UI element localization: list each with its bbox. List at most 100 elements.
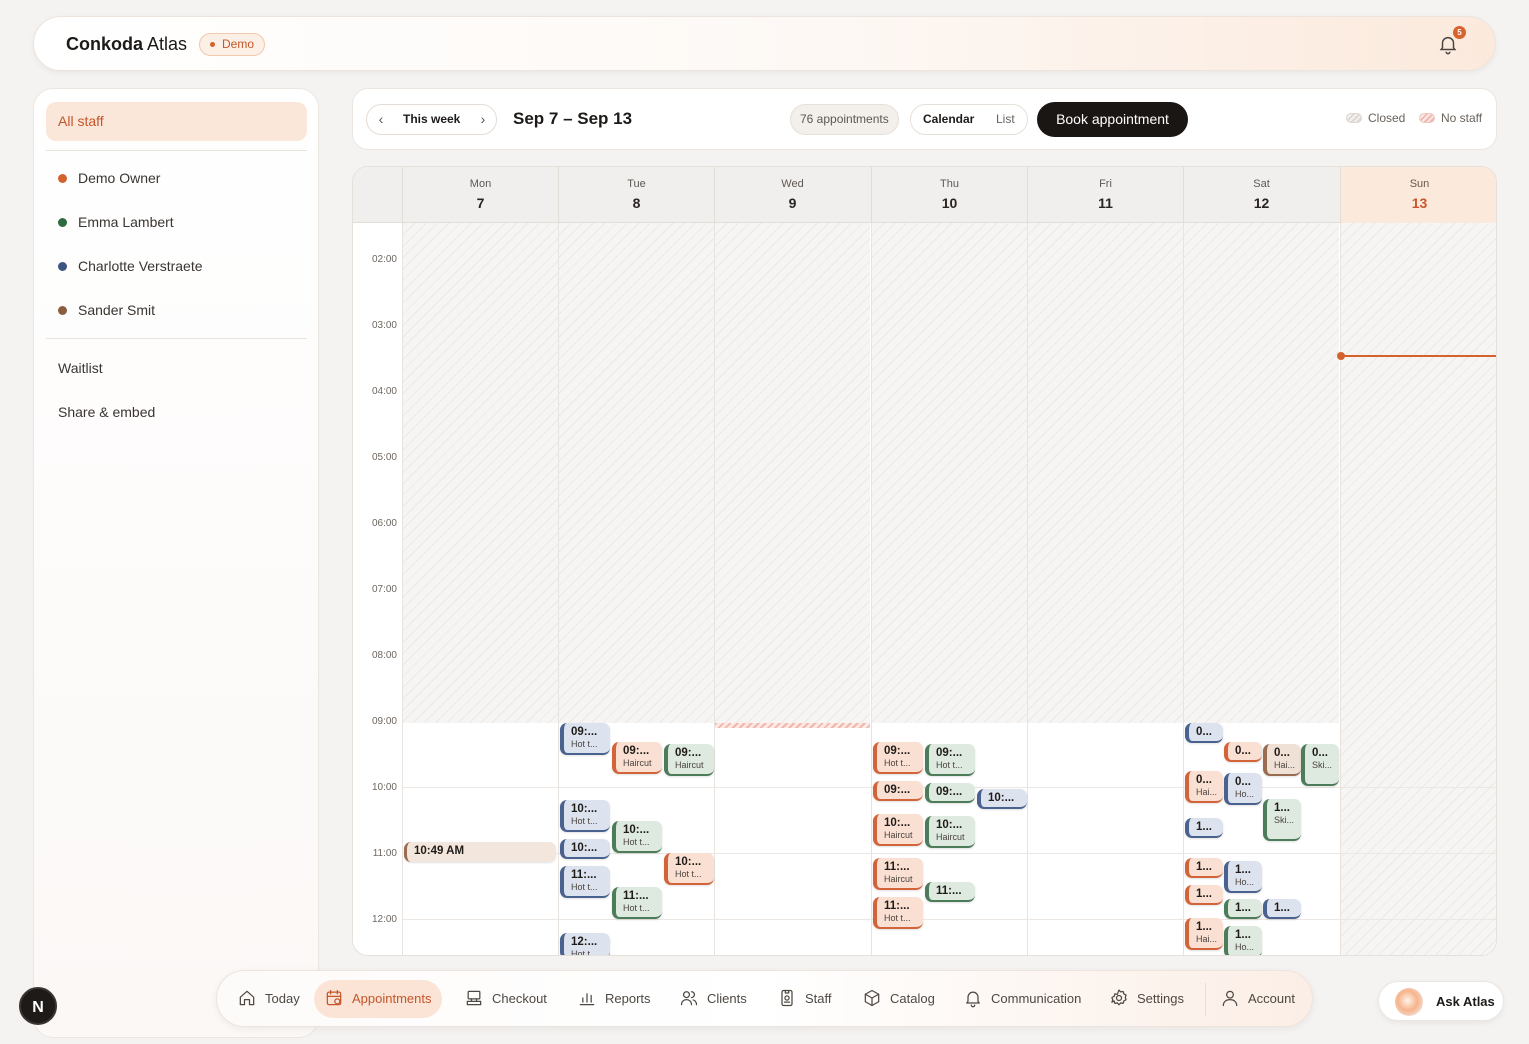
time-gutter: 02:00 03:00 04:00 05:00 06:00 07:00 08:00 09:00…: [353, 223, 402, 955]
day-column[interactable]: [1027, 223, 1183, 955]
appointment-service: Hai...: [1274, 760, 1296, 770]
day-number: 7: [476, 195, 485, 211]
day-number: 12: [1253, 195, 1270, 211]
appointment-block[interactable]: 10:... Hot t...: [612, 821, 662, 853]
appointment-block[interactable]: 1...: [1185, 858, 1223, 878]
current-time-dot: [1337, 352, 1345, 360]
hour-label: 06:00: [371, 518, 397, 529]
appointment-block[interactable]: 1... Ho...: [1224, 926, 1262, 955]
day-name: Mon: [469, 178, 492, 190]
appointment-block[interactable]: 09:...: [925, 783, 975, 803]
day-column[interactable]: [714, 223, 870, 955]
chevron-right-icon[interactable]: ›: [471, 105, 495, 134]
appointment-block[interactable]: 09:... Hot t...: [560, 723, 610, 755]
appointment-service: Ski...: [1312, 760, 1333, 770]
appointment-block[interactable]: 1...: [1263, 899, 1301, 919]
appointment-block[interactable]: 12:... Hot t...: [560, 933, 610, 955]
appointment-block[interactable]: 1...: [1224, 899, 1262, 919]
staff-name: Sander Smit: [78, 302, 156, 318]
appointment-time: 1...: [1235, 864, 1251, 876]
appointment-block[interactable]: 10:... Hot t...: [560, 800, 610, 832]
sidebar-staff-item[interactable]: Emma Lambert: [58, 214, 174, 230]
day-number: 9: [788, 195, 797, 211]
appointment-block[interactable]: 1... Hai...: [1185, 918, 1223, 950]
appointment-block[interactable]: 0... Ho...: [1224, 773, 1262, 805]
nav-item-catalog[interactable]: Catalog: [852, 980, 945, 1018]
day-header[interactable]: Wed 9: [714, 167, 870, 223]
appointment-block[interactable]: 10:... Haircut: [925, 816, 975, 848]
user-avatar[interactable]: N: [19, 987, 57, 1025]
appointment-block[interactable]: 11:... Haircut: [873, 858, 923, 890]
nav-item-today[interactable]: Today: [227, 980, 310, 1018]
appointment-service: Haircut: [675, 760, 704, 770]
no-staff-swatch: [1419, 113, 1435, 123]
view-toggle: Calendar List: [910, 104, 1028, 135]
sidebar-item-all-staff[interactable]: All staff: [46, 102, 307, 141]
nav-item-account[interactable]: Account: [1210, 980, 1305, 1018]
appointment-block[interactable]: 1...: [1185, 885, 1223, 905]
appointment-service: Haircut: [884, 874, 913, 884]
nav-item-communication[interactable]: Communication: [953, 980, 1091, 1018]
current-time-line: [1340, 355, 1496, 357]
bottom-navigation: Today Appointments Checkout Reports Clients S…: [216, 970, 1313, 1027]
appointment-block[interactable]: 11:... Hot t...: [873, 897, 923, 929]
sidebar-item-share-embed[interactable]: Share & embed: [58, 404, 155, 420]
appointment-block[interactable]: 11:... Hot t...: [560, 866, 610, 898]
appointment-block[interactable]: 11:... Hot t...: [612, 887, 662, 919]
appointment-block[interactable]: 10:... Hot t...: [664, 853, 714, 885]
view-list-tab[interactable]: List: [996, 105, 1015, 134]
sidebar-item-waitlist[interactable]: Waitlist: [58, 360, 103, 376]
appointment-time: 09:...: [936, 747, 963, 759]
appointment-time: 0...: [1235, 776, 1251, 788]
appointment-block[interactable]: 11:...: [925, 882, 975, 902]
appointment-block[interactable]: 1... Ski...: [1263, 799, 1301, 841]
appointment-block[interactable]: 10:...: [977, 789, 1027, 809]
appointment-block[interactable]: 1...: [1185, 818, 1223, 838]
appointment-block[interactable]: 09:... Haircut: [612, 742, 662, 774]
sidebar-staff-item[interactable]: Demo Owner: [58, 170, 160, 186]
view-calendar-tab[interactable]: Calendar: [923, 105, 974, 134]
appointment-block[interactable]: 0...: [1224, 742, 1262, 762]
nav-item-clients[interactable]: Clients: [669, 980, 757, 1018]
chevron-left-icon[interactable]: ‹: [369, 105, 393, 134]
demo-badge: Demo: [199, 33, 266, 56]
top-bar: Conkoda Atlas Demo 5: [33, 16, 1496, 71]
nav-item-settings[interactable]: Settings: [1099, 980, 1194, 1018]
brand-logo[interactable]: Conkoda Atlas: [66, 34, 187, 55]
nav-item-appointments[interactable]: Appointments: [314, 980, 442, 1018]
nav-item-staff[interactable]: Staff: [767, 980, 842, 1018]
appointment-block[interactable]: 09:... Hot t...: [925, 744, 975, 776]
nav-item-checkout[interactable]: Checkout: [454, 980, 557, 1018]
nav-item-reports[interactable]: Reports: [567, 980, 661, 1018]
appointment-block[interactable]: 10:... Haircut: [873, 814, 923, 846]
appointment-block[interactable]: 0... Ski...: [1301, 744, 1339, 786]
sidebar-staff-item[interactable]: Sander Smit: [58, 302, 155, 318]
appointment-block[interactable]: 0... Hai...: [1185, 771, 1223, 803]
day-column[interactable]: [1183, 223, 1339, 955]
staff-name: Emma Lambert: [78, 214, 174, 230]
appointment-block[interactable]: 09:... Haircut: [664, 744, 714, 776]
day-header[interactable]: Mon 7: [402, 167, 558, 223]
nav-item-label: Clients: [707, 991, 747, 1006]
day-header[interactable]: Sat 12: [1183, 167, 1339, 223]
appointment-block[interactable]: 10:...: [560, 839, 610, 859]
sidebar-staff-item[interactable]: Charlotte Verstraete: [58, 258, 203, 274]
day-header[interactable]: Thu 10: [871, 167, 1027, 223]
appointment-block[interactable]: 09:...: [873, 781, 923, 801]
hour-label: 07:00: [371, 584, 397, 595]
appointment-block[interactable]: 0...: [1185, 723, 1223, 743]
day-header[interactable]: Tue 8: [558, 167, 714, 223]
appointment-block[interactable]: 0... Hai...: [1263, 744, 1301, 776]
appointment-block[interactable]: 1... Ho...: [1224, 861, 1262, 893]
day-column[interactable]: [1340, 223, 1496, 955]
appointment-block[interactable]: 09:... Hot t...: [873, 742, 923, 774]
day-header[interactable]: Fri 11: [1027, 167, 1183, 223]
book-appointment-button[interactable]: Book appointment: [1037, 102, 1188, 137]
hour-label: 05:00: [371, 452, 397, 463]
day-number: 8: [632, 195, 641, 211]
closed-hours-region: [872, 223, 1027, 723]
ask-atlas-button[interactable]: Ask Atlas: [1378, 981, 1504, 1021]
current-event-block[interactable]: 10:49 AM: [404, 842, 556, 862]
day-header[interactable]: Sun 13: [1340, 167, 1496, 223]
this-week-button[interactable]: This week: [403, 105, 460, 134]
